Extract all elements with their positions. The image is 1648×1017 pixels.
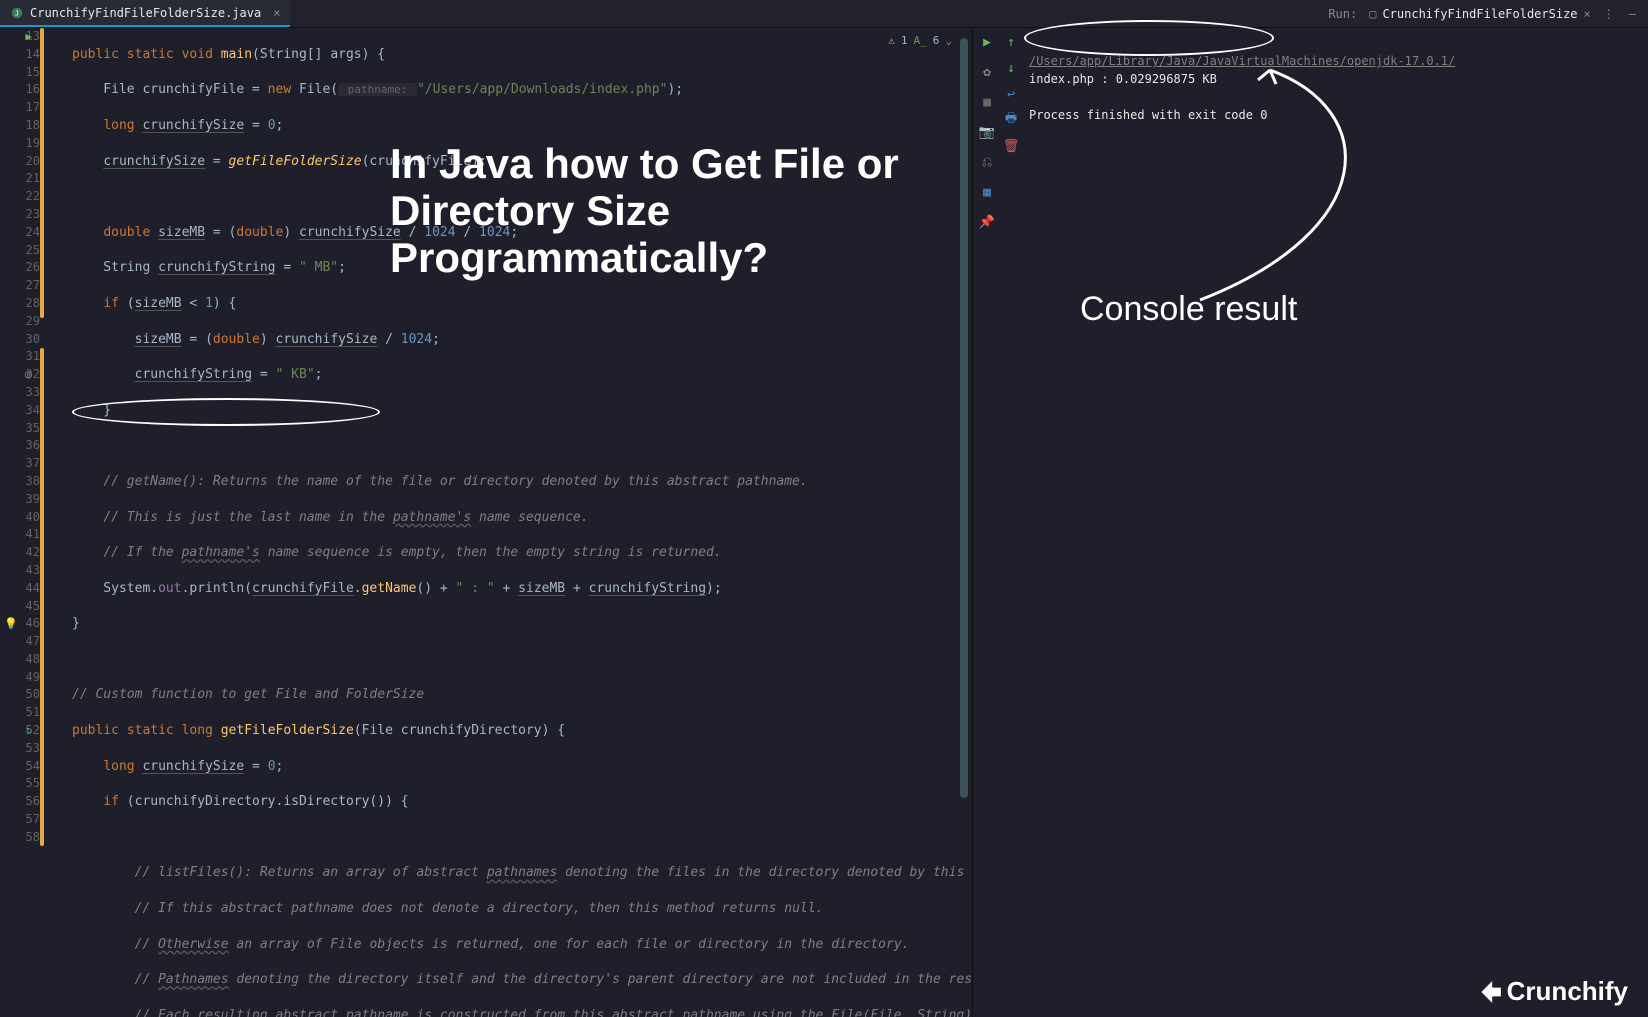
run-label: Run: <box>1328 7 1357 21</box>
settings-icon[interactable]: ✿ <box>979 64 995 80</box>
file-tab[interactable]: J CrunchifyFindFileFolderSize.java × <box>0 0 290 27</box>
run-tool-window: ▶ ✿ ■ 📷 ⎌ ▦ 📌 ↑ ↓ ↩ 🖶 🗑 /Users/app/Libra… <box>972 28 1648 1017</box>
application-icon: ▢ <box>1369 7 1376 21</box>
annotation-console-label: Console result <box>1080 290 1297 329</box>
run-header: Run: ▢ CrunchifyFindFileFolderSize × ⋮ — <box>1316 0 1648 28</box>
close-icon[interactable]: × <box>1584 7 1591 21</box>
dump-threads-icon[interactable]: 📷 <box>979 124 995 140</box>
rerun-icon[interactable]: ▶ <box>979 34 995 50</box>
annotation-title: In Java how to Get File or Directory Siz… <box>390 140 1030 281</box>
console-exit-line: Process finished with exit code 0 <box>1029 108 1267 122</box>
minimize-icon[interactable]: — <box>1629 7 1636 21</box>
run-config[interactable]: ▢ CrunchifyFindFileFolderSize × <box>1369 7 1591 21</box>
java-file-icon: J <box>10 6 24 20</box>
svg-text:J: J <box>15 9 19 17</box>
console-toolbar-vertical: ↑ ↓ ↩ 🖶 🗑 <box>1001 34 1021 154</box>
override-gutter-icon[interactable]: ◎ <box>20 366 32 378</box>
run-gutter-icon[interactable]: ▶ <box>20 28 32 40</box>
run-config-name: CrunchifyFindFileFolderSize <box>1382 7 1577 21</box>
up-icon[interactable]: ↑ <box>1003 34 1019 50</box>
print-icon[interactable]: 🖶 <box>1003 112 1019 128</box>
close-icon[interactable]: × <box>273 6 280 20</box>
bulb-icon[interactable]: 💡 <box>4 615 16 627</box>
file-tab-label: CrunchifyFindFileFolderSize.java <box>30 6 261 20</box>
down-icon[interactable]: ↓ <box>1003 60 1019 76</box>
console-path: /Users/app/Library/Java/JavaVirtualMachi… <box>1029 54 1455 68</box>
recursive-icon[interactable]: ↻ <box>20 722 32 734</box>
logo-icon <box>1477 979 1503 1005</box>
crunchify-logo: Crunchify <box>1477 976 1628 1007</box>
console-output[interactable]: /Users/app/Library/Java/JavaVirtualMachi… <box>1029 34 1642 142</box>
more-icon[interactable]: ⋮ <box>1603 7 1617 21</box>
line-gutter[interactable]: 13▶ 14 15 16 17 18 19 20 21 22 23 24 25 … <box>0 28 70 847</box>
console-result-line: index.php : 0.029296875 KB <box>1029 72 1217 86</box>
soft-wrap-icon[interactable]: ↩ <box>1003 86 1019 102</box>
stop-icon[interactable]: ■ <box>979 94 995 110</box>
